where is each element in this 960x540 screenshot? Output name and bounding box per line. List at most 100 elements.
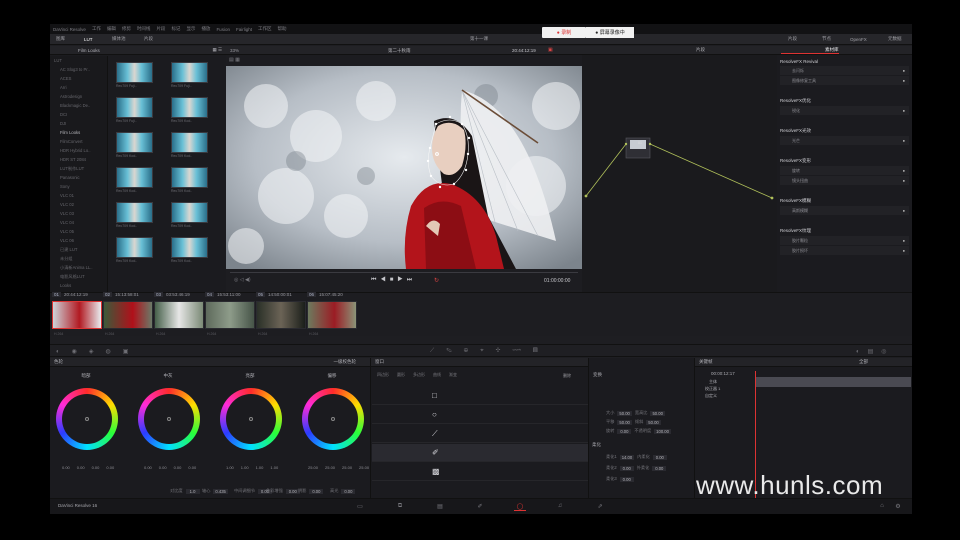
wheel-value[interactable]: 0.00: [144, 465, 152, 470]
effects-section-title[interactable]: ResolveFX模糊: [777, 194, 912, 206]
lut-thumbnail[interactable]: Rec709 Kod..: [116, 202, 160, 228]
cut-page-icon[interactable]: ⧉: [394, 503, 406, 511]
param-value[interactable]: 0.435: [213, 488, 228, 494]
timeline-clip[interactable]: H.264: [256, 301, 306, 336]
lut-tree-item[interactable]: FilmConvert: [50, 137, 107, 146]
lut-tree-item[interactable]: LUT制作LUT: [50, 164, 107, 173]
wheel-value[interactable]: 0.00: [174, 465, 182, 470]
lut-tree-item[interactable]: HDR Hybrid Lo..: [50, 146, 107, 155]
wheel-value[interactable]: 0.00: [77, 465, 85, 470]
wheel-bottom-param[interactable]: 高光 0.00: [330, 488, 356, 494]
fairlight-page-icon[interactable]: ♫: [554, 503, 566, 511]
color-wheel-2[interactable]: [220, 388, 282, 450]
param-value[interactable]: 0.00: [341, 488, 356, 494]
lut-thumbnail[interactable]: Rec709 Kod..: [116, 237, 160, 263]
window-add-1[interactable]: 圆形: [397, 372, 405, 378]
soft-row[interactable]: 柔化3 0.00: [606, 476, 634, 482]
effects-item[interactable]: 图像修复工具 ●: [780, 76, 909, 85]
tracker-icon[interactable]: ▣: [548, 47, 553, 53]
soft-value[interactable]: 0.00: [619, 476, 634, 482]
color-wheel-3[interactable]: [302, 388, 364, 450]
effects-item[interactable]: 去闪烁 ●: [780, 66, 909, 75]
toolbar-nodes[interactable]: 节点: [822, 36, 831, 42]
toolbar-clips-right[interactable]: 片段: [788, 36, 797, 42]
window-add-2[interactable]: 多边形: [413, 372, 425, 378]
lut-tree-item[interactable]: AC Slog3 to Pr..: [50, 65, 107, 74]
wheel-value[interactable]: 1.00: [256, 465, 264, 470]
timeline-clip[interactable]: H.264: [154, 301, 204, 336]
toolbar-metadata[interactable]: 元数据: [888, 36, 902, 42]
lut-thumbnail[interactable]: Rec709 Kod..: [171, 167, 215, 193]
window-add-4[interactable]: 渐变: [449, 372, 457, 378]
wheel-value[interactable]: 25.00: [325, 465, 335, 470]
effects-item[interactable]: 胶片颗粒 ●: [780, 236, 909, 245]
lut-thumbnail[interactable]: Rec709 Kod..: [171, 97, 215, 123]
edit-page-icon[interactable]: ▤: [434, 503, 446, 511]
node-editor[interactable]: 片段 01: [582, 46, 777, 292]
effects-section-title[interactable]: ResolveFX优化: [777, 94, 912, 106]
wheel-value[interactable]: 0.00: [106, 465, 114, 470]
window-add-0[interactable]: 四边形: [377, 372, 389, 378]
lut-tree-item[interactable]: 电影风格LUT: [50, 272, 107, 281]
lut-tree-item[interactable]: VLC 06: [50, 236, 107, 245]
lut-tree-item[interactable]: 小清新Anima LL..: [50, 263, 107, 272]
transform-row[interactable]: 旋转 0.00 不透明度 100.00: [606, 428, 671, 434]
loop-icon[interactable]: ↻: [434, 277, 439, 284]
lut-thumbnail[interactable]: Rec709 Kod..: [171, 237, 215, 263]
wheel-value[interactable]: 25.00: [308, 465, 318, 470]
menu-item[interactable]: 标记: [171, 26, 180, 32]
effects-section-title[interactable]: ResolveFX光效: [777, 124, 912, 136]
lut-tree-item[interactable]: 已建 LUT: [50, 245, 107, 254]
lut-tree-item[interactable]: ACES: [50, 74, 107, 83]
soft-row[interactable]: 柔化1 14.00 内柔化 0.00: [606, 454, 667, 460]
wheel-bottom-param[interactable]: 对比度 1.0: [170, 488, 200, 494]
toolbar-clips[interactable]: 片段: [144, 36, 153, 42]
color-wheels-mode[interactable]: 一级校色轮: [334, 359, 367, 365]
wheel-value[interactable]: 0.00: [92, 465, 100, 470]
effects-tab[interactable]: 素材库: [781, 47, 839, 54]
keyframe-row-label[interactable]: 校正器 1: [705, 386, 720, 392]
transform-value[interactable]: 50.00: [617, 419, 632, 425]
menu-item[interactable]: 修剪: [122, 26, 131, 32]
lut-tree-item[interactable]: Panasonic: [50, 173, 107, 182]
param-value[interactable]: 1.0: [185, 488, 200, 494]
home-icon[interactable]: ⌂: [876, 503, 888, 511]
lut-tree-item[interactable]: Blackmagic De..: [50, 101, 107, 110]
viewer-tool-icon[interactable]: ▤ ▦: [229, 57, 240, 63]
window-delete-button[interactable]: 删除: [563, 373, 571, 379]
color-wheel-0[interactable]: [56, 388, 118, 450]
effects-item[interactable]: 镜头扭曲 ●: [780, 176, 909, 185]
wheel-value[interactable]: 25.00: [342, 465, 352, 470]
transform-value[interactable]: 0.00: [617, 428, 632, 434]
lut-tree-item[interactable]: VLC 03: [50, 209, 107, 218]
media-page-icon[interactable]: ▭: [354, 503, 366, 511]
toolbar-lut[interactable]: LUT: [84, 37, 93, 42]
lut-tree-item[interactable]: 未分组: [50, 254, 107, 263]
wheel-center-icon[interactable]: [167, 417, 171, 421]
video-viewer[interactable]: [226, 66, 582, 269]
node-label[interactable]: 01: [638, 141, 642, 145]
audio-icon[interactable]: ◎ ◁ ◀): [234, 277, 251, 283]
lut-thumbnail[interactable]: Rec709 Fuji..: [171, 62, 215, 88]
lut-tree-item[interactable]: Film Looks: [50, 128, 107, 137]
menu-item[interactable]: 工作: [92, 26, 101, 32]
soft-row[interactable]: 柔化2 0.00 外柔化 0.00: [606, 465, 667, 471]
wheel-bottom-param[interactable]: 轴心 0.435: [202, 488, 228, 494]
effects-item[interactable]: 光芒 ●: [780, 136, 909, 145]
lut-tree-item[interactable]: VLC 01: [50, 191, 107, 200]
playback-controls[interactable]: ⏮◀■▶⏭: [371, 277, 416, 284]
lut-thumbnail[interactable]: Rec709 Kod..: [171, 202, 215, 228]
lut-thumbnail[interactable]: Rec709 Kod..: [171, 132, 215, 158]
menu-item[interactable]: 时间线: [137, 26, 151, 32]
toolbar-media-pool[interactable]: 媒体池: [112, 36, 126, 42]
window-row-2[interactable]: ⟋: [372, 425, 588, 443]
soft-value[interactable]: 14.00: [619, 454, 635, 460]
soft-value[interactable]: 0.00: [652, 465, 667, 471]
lut-thumbnail[interactable]: Rec709 Kod..: [116, 132, 160, 158]
keyframe-track[interactable]: [755, 377, 911, 387]
lut-tree-item[interactable]: DJI: [50, 119, 107, 128]
window-row-3[interactable]: ✐: [372, 444, 588, 462]
menu-item[interactable]: 片段: [156, 26, 165, 32]
wheel-center-icon[interactable]: [85, 417, 89, 421]
palette-icons-center[interactable]: ⟋✎⊕⌖✣⟿▤: [430, 348, 550, 355]
